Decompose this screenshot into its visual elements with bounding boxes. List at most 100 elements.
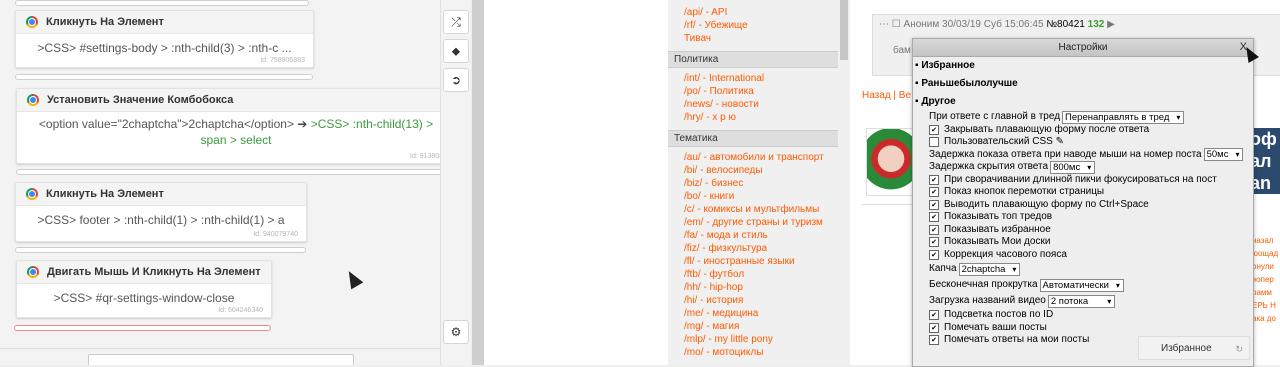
chrome-icon	[27, 266, 39, 278]
setting-checkbox[interactable]	[929, 310, 939, 321]
section-other[interactable]: ▪ Другое	[913, 93, 1253, 111]
board-link[interactable]: /me/ - медицина	[668, 307, 838, 320]
step-card[interactable]: Кликнуть На Элемент >CSS> footer > :nth-…	[15, 182, 307, 242]
command-input[interactable]	[88, 354, 354, 365]
board-link[interactable]: /fa/ - мода и стиль	[668, 229, 838, 242]
board-link[interactable]: Тивач	[668, 32, 838, 45]
setting-row: Показывать избранное	[913, 224, 1253, 237]
setting-label: Помечать ответы на мои посты	[944, 334, 1090, 345]
setting-checkbox[interactable]	[929, 174, 939, 185]
step-title: Двигать Мышь И Кликнуть На Элемент	[47, 266, 261, 278]
step-connector	[16, 169, 440, 175]
board-link[interactable]: /hry/ - х р ю	[668, 111, 838, 124]
board-link[interactable]: /po/ - Политика	[668, 85, 838, 98]
setting-checkbox[interactable]	[929, 335, 939, 346]
divider	[862, 204, 912, 205]
setting-row: Капча 2chaptcha	[913, 261, 1253, 277]
step-header: Установить Значение Комбобокса	[17, 89, 440, 112]
step-selector-text: >CSS> #qr-settings-window-close	[53, 291, 235, 305]
chrome-icon	[26, 16, 38, 28]
setting-row: Закрывать плавающую форму после ответа	[913, 124, 1253, 137]
board-link[interactable]: /au/ - автомобили и транспорт	[668, 151, 838, 164]
setting-checkbox[interactable]	[929, 237, 939, 248]
nav-back-link[interactable]: Назад | Ве	[862, 90, 911, 101]
board-link[interactable]: /bi/ - велосипеды	[668, 164, 838, 177]
board-scrollbar[interactable]	[838, 0, 850, 365]
post-checkbox[interactable]: ⋯ ☐	[879, 19, 901, 30]
step-selector: >CSS> #settings-body > :nth-child(3) > :…	[16, 34, 313, 56]
post-number[interactable]: №80421	[1046, 19, 1085, 30]
setting-checkbox[interactable]	[929, 212, 939, 223]
setting-select[interactable]: Автоматически	[1039, 278, 1124, 292]
setting-checkbox[interactable]	[929, 137, 939, 148]
board-link[interactable]: /ftb/ - футбол	[668, 268, 838, 281]
step-selector-text: >CSS> #settings-body > :nth-child(3) > :…	[37, 41, 292, 55]
board-link[interactable]: /news/ - новости	[668, 98, 838, 111]
board-link[interactable]: /fiz/ - физкультура	[668, 242, 838, 255]
setting-checkbox[interactable]	[929, 187, 939, 198]
debug-button[interactable]: ⚙	[443, 320, 469, 344]
post-count: 132	[1087, 19, 1105, 30]
setting-label: Помечать ваши посты	[944, 321, 1047, 333]
automation-editor: Кликнуть На Элемент >CSS> #settings-body…	[0, 0, 440, 365]
board-section-title: Политика	[668, 51, 838, 68]
step-card[interactable]: Двигать Мышь И Кликнуть На Элемент >CSS>…	[16, 260, 272, 318]
setting-checkbox[interactable]	[929, 249, 939, 260]
setting-checkbox[interactable]	[929, 124, 939, 135]
board-link[interactable]: /hi/ - история	[668, 294, 838, 307]
board-link[interactable]: /hh/ - hip-hop	[668, 281, 838, 294]
post-image[interactable]	[866, 128, 916, 196]
board-link[interactable]: /c/ - комиксы и мультфильмы	[668, 203, 838, 216]
board-link[interactable]: /int/ - International	[668, 72, 838, 85]
section-favorites[interactable]: ▪ Избранное	[913, 57, 1253, 75]
setting-label: Загрузка названий видео	[929, 294, 1046, 306]
banner-image[interactable]: оф ал an	[1250, 128, 1280, 194]
board-link[interactable]: /bo/ - книги	[668, 190, 838, 203]
board-link[interactable]: /mg/ - магия	[668, 320, 838, 333]
board-link[interactable]: /mlp/ - my little pony	[668, 333, 838, 346]
step-header: Двигать Мышь И Кликнуть На Элемент	[17, 261, 271, 284]
thread-titles[interactable]: назал юощад онули эопер рамм ЕРЬ Н ака д…	[1252, 234, 1280, 325]
step-title: Кликнуть На Элемент	[46, 16, 164, 28]
step-id: Id: 940079740	[253, 231, 298, 238]
setting-checkbox[interactable]	[929, 224, 939, 235]
go-button[interactable]: ➲	[443, 68, 469, 92]
tag-button[interactable]: ⬥	[443, 39, 469, 63]
setting-select[interactable]: Перенаправлять в тред	[1062, 110, 1185, 124]
step-card[interactable]: Кликнуть На Элемент >CSS> #settings-body…	[15, 10, 314, 68]
setting-select[interactable]: 800мс	[1050, 160, 1096, 174]
board-link[interactable]: /biz/ - бизнес	[668, 177, 838, 190]
step-selector: <option value="2chaptcha">2chaptcha</opt…	[17, 112, 440, 148]
settings-titlebar[interactable]: Настройки X	[913, 39, 1253, 57]
setting-select[interactable]: 50мс	[1203, 148, 1244, 162]
setting-select[interactable]: 2 потока	[1047, 294, 1116, 308]
board-link[interactable]: /mo/ - мотоциклы	[668, 346, 838, 359]
setting-label: При сворачивании длинной пикчи фокусиров…	[944, 173, 1217, 185]
favorites-tab[interactable]: Избранное ↻	[1138, 336, 1250, 360]
step-id: Id: 758906883	[260, 57, 305, 64]
step-header: Кликнуть На Элемент	[16, 11, 313, 34]
setting-checkbox[interactable]	[929, 199, 939, 210]
setting-row: Бесконечная прокрутка Автоматически	[913, 277, 1253, 293]
captcha-select[interactable]: 2chaptcha	[958, 262, 1021, 276]
step-selector-text: >CSS> footer > :nth-child(1) > :nth-chil…	[37, 213, 285, 227]
setting-checkbox[interactable]	[929, 322, 939, 333]
section-oldui[interactable]: ▪ Раньшебылолучше	[913, 75, 1253, 93]
board-link[interactable]: /em/ - другие страны и туризм	[668, 216, 838, 229]
board-link[interactable]: /fl/ - иностранные языки	[668, 255, 838, 268]
shuffle-button[interactable]: ⤮	[443, 10, 469, 34]
setting-row: Показывать Мои доски	[913, 236, 1253, 249]
board-section-title: Тематика	[668, 130, 838, 147]
step-card[interactable]: Установить Значение Комбобокса <option v…	[16, 88, 440, 164]
play-icon[interactable]: ▶	[1107, 19, 1115, 30]
board-link[interactable]: /api/ - API	[668, 6, 838, 19]
panel-divider[interactable]	[472, 0, 484, 365]
step-id: Id: 604246340	[218, 307, 263, 314]
step-selector: >CSS> #qr-settings-window-close	[17, 284, 271, 306]
scrollbar-thumb[interactable]	[840, 0, 848, 60]
post-author-date: Аноним 30/03/19 Суб 15:06:45	[903, 19, 1044, 30]
pencil-icon[interactable]: ✎	[1056, 136, 1064, 149]
refresh-icon[interactable]: ↻	[1235, 337, 1243, 361]
step-selector-text: <option value="2chaptcha">2chaptcha</opt…	[38, 117, 298, 131]
board-link[interactable]: /rf/ - Убежище	[668, 19, 838, 32]
